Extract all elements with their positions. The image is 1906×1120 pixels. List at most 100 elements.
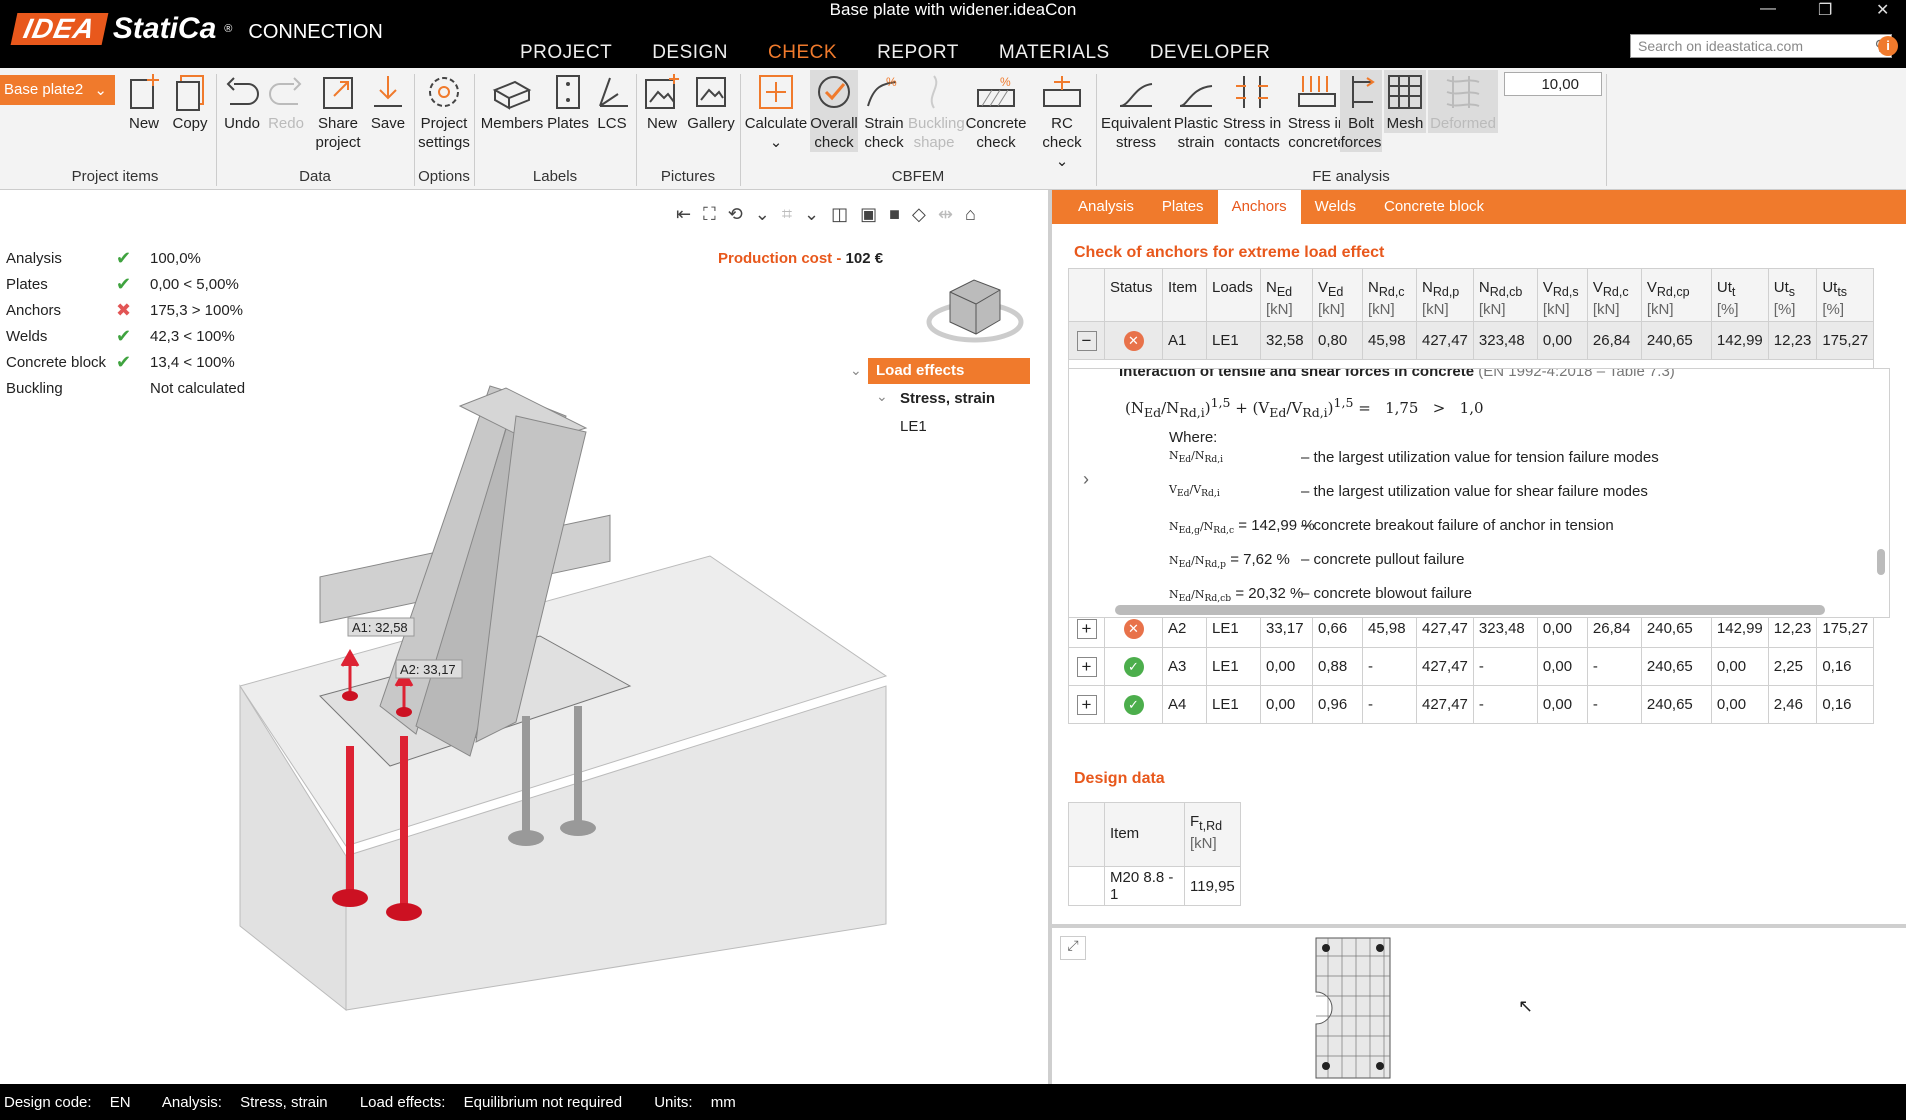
item-selector[interactable]: Base plate2 ⌄ bbox=[0, 75, 115, 105]
check-icon: ✔ bbox=[116, 351, 132, 372]
equivalent-stress-button[interactable]: Equivalent stress bbox=[1100, 70, 1172, 152]
plastic-strain-button[interactable]: Plastic strain bbox=[1172, 70, 1220, 152]
rotate-icon[interactable]: ⟲ bbox=[728, 204, 743, 225]
summary-label: Plates bbox=[6, 275, 48, 293]
table-cell: 240,65 bbox=[1640, 685, 1712, 724]
production-cost-value: 102 € bbox=[845, 250, 884, 267]
table-cell: 45,98 bbox=[1362, 321, 1417, 360]
table-cell: LE1 bbox=[1206, 647, 1261, 686]
3d-model[interactable]: A1: 32,58 A2: 33,17 bbox=[230, 276, 910, 1036]
table-cell: 0,00 bbox=[1710, 685, 1769, 724]
deformed-button[interactable]: Deformed bbox=[1428, 70, 1498, 133]
lcs-button[interactable]: LCS bbox=[592, 70, 632, 133]
logo-statica: StatiCa bbox=[112, 12, 217, 45]
bottom-splitter[interactable] bbox=[1052, 924, 1906, 928]
close-button[interactable]: ✕ bbox=[1876, 0, 1889, 20]
deformed-icon bbox=[1428, 70, 1498, 114]
table-cell: 0,80 bbox=[1312, 321, 1363, 360]
group-labels: Labels bbox=[532, 168, 578, 185]
expand-icon[interactable]: ⤢ bbox=[1060, 936, 1086, 960]
concrete-icon: % bbox=[964, 70, 1028, 114]
copy-button[interactable]: Copy bbox=[170, 70, 210, 133]
zoom-fit-icon[interactable]: ⛶ bbox=[703, 204, 716, 225]
vertical-scrollbar[interactable] bbox=[1877, 549, 1885, 575]
chevron-down-icon[interactable]: ⌄ bbox=[755, 204, 770, 225]
table-cell: A4 bbox=[1162, 685, 1207, 724]
measure-icon[interactable]: ⇤ bbox=[676, 204, 691, 225]
group-pictures: Pictures bbox=[660, 168, 716, 185]
overall-check-button[interactable]: Overall check bbox=[810, 70, 858, 152]
chevron-down-icon[interactable]: ⌄ bbox=[804, 204, 819, 225]
table-row[interactable]: − ✕ A1 LE1 32,58 0,80 45,98 427,47 323,48 0,00 26,… bbox=[1068, 321, 1875, 360]
members-button[interactable]: Members bbox=[480, 70, 544, 133]
anchor-detail-panel[interactable]: Interaction of tensile and shear forces … bbox=[1068, 368, 1890, 618]
expand-toggle[interactable]: + bbox=[1068, 685, 1105, 724]
error-status-icon: ✕ bbox=[1123, 618, 1144, 639]
group-options: Options bbox=[418, 168, 470, 185]
minimize-button[interactable]: — bbox=[1760, 0, 1776, 18]
home-icon[interactable]: ⌂ bbox=[965, 204, 976, 225]
eq-label-2: stress bbox=[1115, 134, 1156, 151]
undo-button[interactable]: Undo bbox=[222, 70, 262, 133]
mouse-cursor-icon: ↖ bbox=[1518, 996, 1534, 1016]
tab-anchors[interactable]: Anchors bbox=[1217, 190, 1301, 224]
bolt-forces-button[interactable]: Bolt forces bbox=[1340, 70, 1382, 152]
table-row[interactable]: + ✓ A4 LE1 0,00 0,96-427,47-0,00-240,65 0,00 2,… bbox=[1068, 685, 1875, 724]
project-settings-button[interactable]: Project settings bbox=[418, 70, 470, 152]
new-item-button[interactable]: New bbox=[124, 70, 164, 133]
tab-welds[interactable]: Welds bbox=[1301, 190, 1370, 224]
column-header: NRd,c [kN] bbox=[1362, 268, 1417, 322]
crop-icon[interactable]: ⌗ bbox=[782, 204, 792, 225]
table-row[interactable]: M20 8.8 - 1 119,95 bbox=[1068, 866, 1241, 906]
production-cost: Production cost - 102 € bbox=[718, 250, 884, 267]
collapse-icon[interactable]: − bbox=[1076, 330, 1097, 351]
calculate-button[interactable]: Calculate ⌄ bbox=[744, 70, 808, 152]
save-button[interactable]: Save bbox=[368, 70, 408, 133]
status-value: Stress, strain bbox=[240, 1094, 328, 1111]
restore-button[interactable]: ❐ bbox=[1818, 0, 1832, 20]
expand-toggle[interactable]: − bbox=[1068, 321, 1105, 360]
stress-contacts-button[interactable]: Stress in contacts bbox=[1222, 70, 1282, 152]
expand-icon[interactable]: + bbox=[1076, 694, 1097, 715]
picture-new-button[interactable]: New bbox=[640, 70, 684, 133]
share-project-button[interactable]: Share project bbox=[312, 70, 364, 152]
rc-check-button[interactable]: RC check ⌄ bbox=[1030, 70, 1094, 171]
mesh-button[interactable]: Mesh bbox=[1384, 70, 1426, 133]
tab-concrete-block[interactable]: Concrete block bbox=[1370, 190, 1498, 224]
redo-button[interactable]: Redo bbox=[266, 70, 306, 133]
wireframe-icon[interactable]: ◫ bbox=[831, 204, 848, 225]
product-name: CONNECTION bbox=[248, 20, 383, 43]
chevron-right-icon[interactable]: › bbox=[1083, 469, 1089, 490]
table-header: Status Item Loads NEd [kN] VEd [kN] NRd,c[… bbox=[1068, 268, 1875, 322]
scale-stepper[interactable]: 10,00 bbox=[1504, 72, 1602, 96]
tab-analysis[interactable]: Analysis bbox=[1064, 190, 1148, 224]
mesh-icon bbox=[1384, 70, 1426, 114]
tree-stress-strain[interactable]: Stress, strain bbox=[900, 390, 995, 407]
expand-icon[interactable]: + bbox=[1076, 618, 1097, 639]
solid-icon[interactable]: ■ bbox=[889, 204, 900, 225]
table-row[interactable]: + ✓ A3 LE1 0,00 0,88-427,47-0,00-240,65 0,00 2,… bbox=[1068, 647, 1875, 686]
expand-icon[interactable]: + bbox=[1076, 656, 1097, 677]
section-icon[interactable]: ◇ bbox=[912, 204, 926, 225]
gallery-button[interactable]: Gallery bbox=[686, 70, 736, 133]
column-header: VRd,s [kN] bbox=[1536, 268, 1588, 322]
summary-label: Buckling bbox=[6, 379, 63, 397]
search-input[interactable]: Search on ideastatica.com ⚲ bbox=[1630, 34, 1892, 58]
redo-icon bbox=[266, 70, 306, 114]
status-cell: ✕ bbox=[1104, 321, 1163, 360]
transparent-icon[interactable]: ▣ bbox=[860, 204, 877, 225]
buckling-shape-button[interactable]: Buckling shape bbox=[908, 70, 965, 152]
concrete-check-button[interactable]: % Concrete check bbox=[964, 70, 1028, 152]
tab-plates[interactable]: Plates bbox=[1148, 190, 1218, 224]
info-icon[interactable]: i bbox=[1878, 36, 1898, 56]
strain-check-button[interactable]: % Strain check bbox=[862, 70, 906, 152]
horizontal-scrollbar[interactable] bbox=[1115, 605, 1825, 615]
expand-toggle[interactable]: + bbox=[1068, 647, 1105, 686]
detail-value-4: = 7,62 % bbox=[1230, 551, 1290, 568]
viewport-panel[interactable]: ⇤ ⛶ ⟲ ⌄ ⌗ ⌄ ◫ ▣ ■ ◇ ⇹ ⌂ Analysis ✔ 100,0% … bbox=[0, 190, 1048, 1084]
frac-v: VEd/VRd,i bbox=[1169, 483, 1220, 500]
search-placeholder: Search on ideastatica.com bbox=[1638, 38, 1803, 54]
view-cube[interactable] bbox=[920, 262, 1030, 352]
plates-button[interactable]: Plates bbox=[546, 70, 590, 133]
mirror-icon[interactable]: ⇹ bbox=[938, 204, 953, 225]
